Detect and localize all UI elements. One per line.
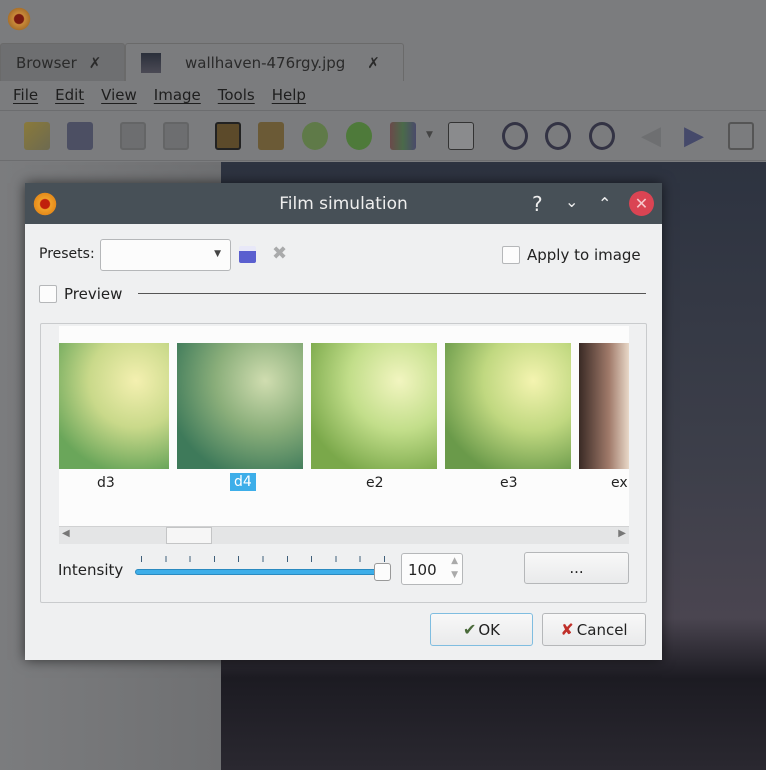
cancel-x-icon: ✘ bbox=[560, 620, 574, 639]
film-label: e3 bbox=[500, 475, 518, 491]
menu-image[interactable]: Image bbox=[154, 86, 201, 104]
help-icon[interactable]: ? bbox=[532, 192, 543, 216]
divider bbox=[0, 160, 766, 161]
menu-edit[interactable]: Edit bbox=[55, 86, 84, 104]
presets-label: Presets: bbox=[39, 246, 95, 262]
film-label-selected: d4 bbox=[230, 473, 256, 491]
film-group: d3 d4 e2 e3 ex ◀ ▶ Intensity 100 ▲ ▼ ... bbox=[40, 323, 647, 603]
intensity-slider-handle[interactable] bbox=[374, 563, 391, 581]
film-thumbnail-e3[interactable] bbox=[445, 343, 571, 469]
ok-label: OK bbox=[478, 620, 501, 639]
zoom-in-icon[interactable] bbox=[502, 122, 528, 150]
crop-icon[interactable] bbox=[215, 122, 241, 150]
save-icon[interactable] bbox=[67, 122, 93, 150]
divider bbox=[138, 293, 646, 294]
spin-up-icon[interactable]: ▲ bbox=[451, 556, 458, 566]
minimize-icon[interactable]: ⌄ bbox=[565, 192, 578, 211]
film-list: d3 d4 e2 e3 ex bbox=[59, 326, 629, 544]
ok-button[interactable]: ✔ OK bbox=[430, 613, 533, 646]
app-logo bbox=[32, 191, 58, 217]
scroll-left-icon[interactable]: ◀ bbox=[62, 528, 70, 539]
film-thumbnail-d4[interactable] bbox=[177, 343, 303, 469]
film-label: d3 bbox=[97, 475, 115, 491]
resize-icon[interactable] bbox=[258, 122, 284, 150]
dialog-title: Film simulation bbox=[279, 193, 408, 214]
next-icon[interactable]: ▶ bbox=[684, 122, 710, 150]
apply-to-image-checkbox[interactable] bbox=[502, 246, 520, 264]
menu-help[interactable]: Help bbox=[272, 86, 306, 104]
film-thumbnail-ex[interactable] bbox=[579, 343, 629, 469]
film-simulation-dialog: Film simulation ? ⌄ ⌃ ✕ Presets: ▼ ✖ App… bbox=[25, 183, 662, 660]
apply-to-image-label: Apply to image bbox=[527, 246, 641, 264]
fullscreen-icon[interactable] bbox=[728, 122, 754, 150]
more-label: ... bbox=[569, 559, 584, 577]
maximize-icon[interactable]: ⌃ bbox=[598, 194, 611, 213]
previous-icon[interactable]: ◀ bbox=[641, 122, 667, 150]
app-logo bbox=[6, 6, 32, 32]
ok-check-icon: ✔ bbox=[462, 620, 477, 639]
browser-tree-icon[interactable] bbox=[24, 122, 50, 150]
film-thumbnail-d3[interactable] bbox=[59, 343, 169, 469]
film-thumbnail-e2[interactable] bbox=[311, 343, 437, 469]
spin-down-icon[interactable]: ▼ bbox=[451, 570, 458, 580]
rotate-right-icon[interactable] bbox=[346, 122, 372, 150]
divider bbox=[0, 110, 766, 111]
chevron-down-icon: ▼ bbox=[214, 249, 221, 259]
chevron-down-icon[interactable]: ▼ bbox=[426, 130, 433, 140]
menu-view[interactable]: View bbox=[101, 86, 137, 104]
save-preset-icon[interactable] bbox=[239, 246, 256, 263]
close-icon[interactable]: ✕ bbox=[629, 191, 654, 216]
zoom-actual-icon[interactable] bbox=[545, 122, 571, 150]
more-button[interactable]: ... bbox=[524, 552, 629, 584]
menu-bar: File Edit View Image Tools Help bbox=[13, 86, 323, 104]
intensity-value: 100 bbox=[408, 561, 437, 579]
preview-checkbox[interactable] bbox=[39, 285, 57, 303]
presets-dropdown[interactable]: ▼ bbox=[100, 239, 231, 271]
menu-tools[interactable]: Tools bbox=[218, 86, 255, 104]
tab-browser[interactable]: Browser ✗ bbox=[0, 43, 125, 81]
tab-label: wallhaven-476rgy.jpg bbox=[185, 53, 346, 72]
scroll-right-icon[interactable]: ▶ bbox=[618, 528, 626, 539]
delete-preset-icon[interactable]: ✖ bbox=[272, 243, 287, 264]
undo-icon[interactable] bbox=[120, 122, 146, 150]
tab-image[interactable]: wallhaven-476rgy.jpg ✗ bbox=[125, 43, 404, 81]
preview-label: Preview bbox=[64, 285, 123, 303]
film-label: e2 bbox=[366, 475, 384, 491]
tab-label: Browser bbox=[16, 53, 77, 72]
image-thumbnail-icon bbox=[141, 52, 161, 73]
close-tab-icon[interactable]: ✗ bbox=[367, 54, 380, 72]
intensity-slider[interactable] bbox=[135, 569, 389, 575]
intensity-label: Intensity bbox=[58, 561, 124, 579]
scrollbar-thumb[interactable] bbox=[166, 527, 212, 544]
zoom-out-icon[interactable] bbox=[589, 122, 615, 150]
cancel-label: Cancel bbox=[576, 620, 628, 639]
redo-icon[interactable] bbox=[163, 122, 189, 150]
close-tab-icon[interactable]: ✗ bbox=[89, 54, 102, 72]
cancel-button[interactable]: ✘ Cancel bbox=[542, 613, 646, 646]
levels-icon[interactable] bbox=[448, 122, 474, 150]
intensity-spinbox[interactable]: 100 ▲ ▼ bbox=[401, 553, 463, 585]
menu-file[interactable]: File bbox=[13, 86, 38, 104]
rotate-left-icon[interactable] bbox=[302, 122, 328, 150]
horizontal-scrollbar[interactable]: ◀ ▶ bbox=[59, 526, 629, 544]
intensity-ticks bbox=[141, 556, 385, 562]
dialog-titlebar: Film simulation ? ⌄ ⌃ ✕ bbox=[25, 183, 662, 224]
film-label: ex bbox=[611, 475, 628, 491]
adjust-colors-icon[interactable] bbox=[390, 122, 416, 150]
